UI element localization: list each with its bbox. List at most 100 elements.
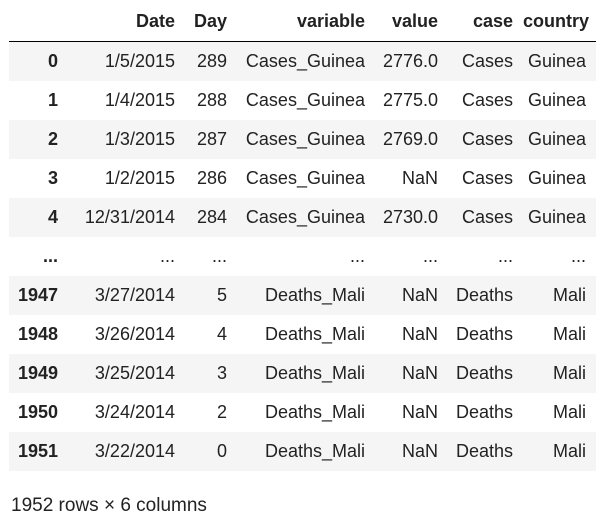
cell-date: 3/25/2014 xyxy=(94,363,175,383)
column-header-day: Day xyxy=(185,2,237,42)
cell-value: 2775.0 xyxy=(382,90,438,110)
cell-value: 2776.0 xyxy=(382,51,438,71)
cell-day: 289 xyxy=(196,51,227,71)
cell-variable: Cases_Guinea xyxy=(245,51,365,71)
cell-variable: Deaths_Mali xyxy=(264,324,365,344)
cell-variable: Deaths_Mali xyxy=(264,441,365,461)
cell-case: Cases xyxy=(461,90,513,110)
cell-date: 12/31/2014 xyxy=(84,207,175,227)
table-row: 1949 3/25/2014 3 Deaths_Mali NaN Deaths Mali xyxy=(9,354,596,393)
table-body: 0 1/5/2015 289 Cases_Guinea 2776.0 Cases Guine… xyxy=(9,41,596,471)
cell-value: ... xyxy=(422,246,438,266)
cell-day: 4 xyxy=(216,324,227,344)
cell-case: Cases xyxy=(461,51,513,71)
cell-value: NaN xyxy=(401,402,438,422)
cell-case: Deaths xyxy=(455,324,513,344)
row-index: ... xyxy=(42,246,58,266)
column-header-case: case xyxy=(448,2,523,42)
column-header-date: Date xyxy=(68,2,185,42)
cell-value: NaN xyxy=(401,285,438,305)
row-index: 3 xyxy=(47,168,58,188)
cell-date: ... xyxy=(159,246,175,266)
dataframe-table: Date Day variable value case country 0 1/5/201… xyxy=(9,2,596,471)
cell-value: NaN xyxy=(401,363,438,383)
column-header-country: country xyxy=(523,2,596,42)
cell-case: Deaths xyxy=(455,363,513,383)
index-header xyxy=(9,2,68,42)
cell-country: Guinea xyxy=(527,207,586,227)
cell-variable: Deaths_Mali xyxy=(264,402,365,422)
table-header: Date Day variable value case country xyxy=(9,2,596,42)
dataframe-shape-label: 1952 rows × 6 columns xyxy=(11,495,207,516)
table-row: 1 1/4/2015 288 Cases_Guinea 2775.0 Cases Guine… xyxy=(9,81,596,120)
cell-day: 3 xyxy=(216,363,227,383)
cell-value: 2730.0 xyxy=(382,207,438,227)
cell-country: Mali xyxy=(552,441,586,461)
row-index: 4 xyxy=(47,207,58,227)
cell-case: Deaths xyxy=(455,285,513,305)
cell-day: ... xyxy=(211,246,227,266)
cell-date: 3/24/2014 xyxy=(94,402,175,422)
cell-country: Guinea xyxy=(527,90,586,110)
row-index: 1950 xyxy=(17,402,58,422)
table-row: 1948 3/26/2014 4 Deaths_Mali NaN Deaths Mali xyxy=(9,315,596,354)
cell-variable: Cases_Guinea xyxy=(245,207,365,227)
row-index: 0 xyxy=(47,51,58,71)
cell-case: Cases xyxy=(461,129,513,149)
cell-date: 3/22/2014 xyxy=(94,441,175,461)
cell-country: ... xyxy=(570,246,586,266)
table-row: 2 1/3/2015 287 Cases_Guinea 2769.0 Cases Guine… xyxy=(9,120,596,159)
cell-case: Deaths xyxy=(455,441,513,461)
cell-country: Guinea xyxy=(527,129,586,149)
header-row: Date Day variable value case country xyxy=(9,2,596,42)
dataframe-output: Date Day variable value case country 0 1/5/201… xyxy=(9,2,596,471)
cell-value: NaN xyxy=(401,168,438,188)
row-index: 1948 xyxy=(17,324,58,344)
cell-date: 1/3/2015 xyxy=(104,129,175,149)
table-row: ..................... xyxy=(9,237,596,276)
cell-day: 286 xyxy=(196,168,227,188)
row-index: 1 xyxy=(47,90,58,110)
cell-date: 1/4/2015 xyxy=(104,90,175,110)
cell-case: Cases xyxy=(461,207,513,227)
cell-variable: Deaths_Mali xyxy=(264,363,365,383)
cell-country: Mali xyxy=(552,285,586,305)
table-row: 1951 3/22/2014 0 Deaths_Mali NaN Deaths Mali xyxy=(9,432,596,471)
cell-variable: Cases_Guinea xyxy=(245,90,365,110)
cell-day: 284 xyxy=(196,207,227,227)
cell-variable: Deaths_Mali xyxy=(264,285,365,305)
row-index: 1947 xyxy=(17,285,58,305)
cell-country: Mali xyxy=(552,363,586,383)
cell-case: Cases xyxy=(461,168,513,188)
cell-country: Guinea xyxy=(527,51,586,71)
cell-country: Mali xyxy=(552,402,586,422)
cell-date: 3/26/2014 xyxy=(94,324,175,344)
cell-value: NaN xyxy=(401,441,438,461)
column-header-variable: variable xyxy=(237,2,375,42)
table-row: 0 1/5/2015 289 Cases_Guinea 2776.0 Cases Guine… xyxy=(9,41,596,81)
cell-variable: ... xyxy=(349,246,365,266)
cell-case: Deaths xyxy=(455,402,513,422)
cell-variable: Cases_Guinea xyxy=(245,129,365,149)
cell-date: 1/5/2015 xyxy=(104,51,175,71)
cell-variable: Cases_Guinea xyxy=(245,168,365,188)
cell-day: 0 xyxy=(216,441,227,461)
row-index: 1951 xyxy=(17,441,58,461)
cell-date: 1/2/2015 xyxy=(104,168,175,188)
table-row: 1947 3/27/2014 5 Deaths_Mali NaN Deaths Mali xyxy=(9,276,596,315)
cell-day: 2 xyxy=(216,402,227,422)
table-row: 4 12/31/2014 284 Cases_Guinea 2730.0 Cases Gui… xyxy=(9,198,596,237)
cell-value: NaN xyxy=(401,324,438,344)
cell-country: Mali xyxy=(552,324,586,344)
cell-day: 288 xyxy=(196,90,227,110)
cell-case: ... xyxy=(497,246,513,266)
cell-date: 3/27/2014 xyxy=(94,285,175,305)
table-row: 3 1/2/2015 286 Cases_Guinea NaN Cases Guinea xyxy=(9,159,596,198)
cell-day: 5 xyxy=(216,285,227,305)
column-header-value: value xyxy=(375,2,448,42)
table-row: 1950 3/24/2014 2 Deaths_Mali NaN Deaths Mali xyxy=(9,393,596,432)
cell-country: Guinea xyxy=(527,168,586,188)
cell-day: 287 xyxy=(196,129,227,149)
row-index: 2 xyxy=(47,129,58,149)
row-index: 1949 xyxy=(17,363,58,383)
